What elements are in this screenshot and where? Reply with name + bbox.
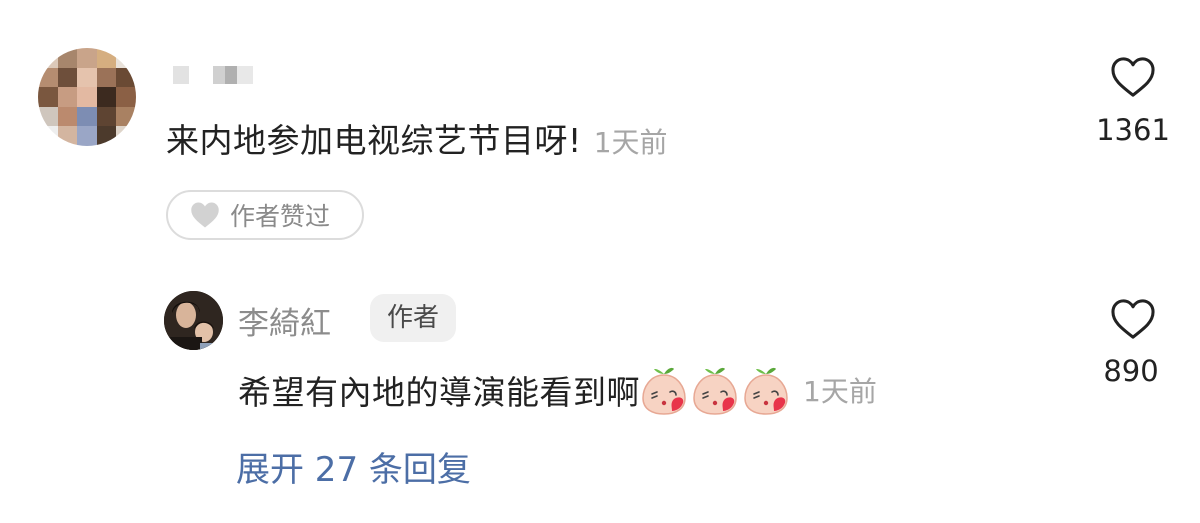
reply-text: 希望有內地的導演能看到啊 bbox=[238, 373, 640, 412]
reply-username[interactable]: 李綺紅 bbox=[238, 298, 331, 343]
peach-blowing-kiss-icon bbox=[642, 367, 686, 415]
reply-body: 希望有內地的導演能看到啊 1天前 bbox=[238, 364, 877, 416]
commenter-name-blurred[interactable] bbox=[173, 66, 253, 84]
comment-time: 1天前 bbox=[593, 126, 668, 159]
reply-like-count: 890 bbox=[1103, 354, 1159, 388]
peach-blowing-kiss-icon bbox=[744, 367, 788, 415]
reply-time: 1天前 bbox=[803, 375, 877, 408]
comment-body: 来内地参加电视综艺节目呀! 1天前 bbox=[166, 114, 668, 162]
commenter-avatar[interactable] bbox=[38, 48, 136, 146]
heart-filled-icon bbox=[191, 202, 219, 228]
expand-replies-link[interactable]: 展开 27 条回复 bbox=[236, 442, 471, 491]
heart-outline-icon[interactable] bbox=[1110, 56, 1156, 98]
comment-text: 来内地参加电视综艺节目呀! bbox=[166, 121, 582, 160]
reply-avatar[interactable] bbox=[164, 291, 223, 350]
comment-like-count: 1361 bbox=[1096, 113, 1170, 147]
author-liked-pill: 作者赞过 bbox=[166, 190, 364, 240]
peach-blowing-kiss-icon bbox=[693, 367, 737, 415]
heart-outline-icon[interactable] bbox=[1110, 298, 1156, 340]
author-liked-label: 作者赞过 bbox=[230, 202, 331, 231]
avatar-photo-icon bbox=[164, 291, 223, 350]
author-badge: 作者 bbox=[370, 294, 457, 342]
